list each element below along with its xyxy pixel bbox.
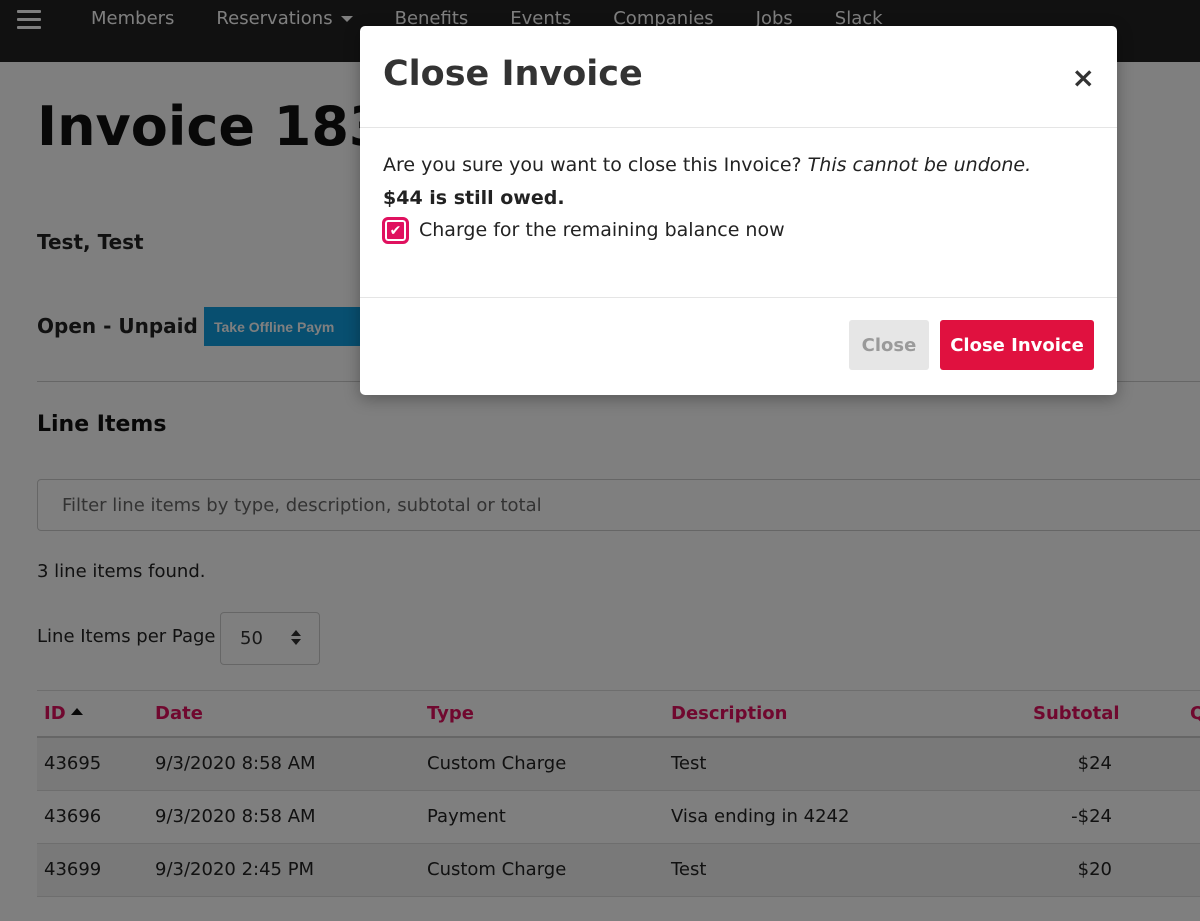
confirm-question: Are you sure you want to close this Invo… [383,154,802,176]
charge-remaining-checkbox[interactable]: ✔ [382,217,409,244]
amount-owed: $44 is still owed. [383,187,565,209]
close-button[interactable]: Close [849,320,929,370]
close-invoice-button[interactable]: Close Invoice [940,320,1094,370]
confirm-warning: This cannot be undone. [807,154,1032,176]
close-invoice-modal: Close Invoice × Are you sure you want to… [360,26,1117,395]
modal-title: Close Invoice [383,54,643,94]
modal-header: Close Invoice × [360,26,1117,128]
checkmark-icon: ✔ [389,222,402,239]
confirm-message: Are you sure you want to close this Invo… [383,154,1031,176]
close-icon[interactable]: × [1072,64,1095,92]
modal-footer: Close Close Invoice [360,298,1117,394]
modal-body: Are you sure you want to close this Invo… [360,128,1117,298]
charge-remaining-label[interactable]: Charge for the remaining balance now [419,219,785,241]
